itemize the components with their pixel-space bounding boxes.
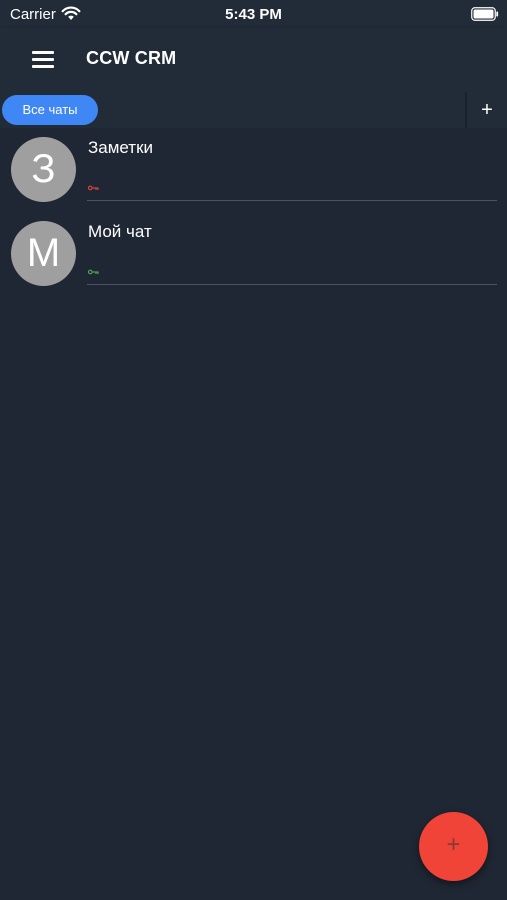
key-icon <box>88 185 99 191</box>
plus-icon: + <box>446 831 461 858</box>
status-time: 5:43 PM <box>225 6 282 23</box>
list-divider <box>87 284 497 285</box>
chat-name: Мой чат <box>88 222 152 241</box>
chat-list: З Заметки М Мой чат <box>0 128 507 296</box>
chat-name: Заметки <box>88 138 154 157</box>
tab-all-chats[interactable]: Все чаты <box>2 95 98 125</box>
chat-item-my-chat[interactable]: М Мой чат <box>0 212 507 296</box>
list-divider <box>87 200 497 201</box>
menu-icon[interactable] <box>23 45 63 75</box>
add-tab-button[interactable]: + <box>472 96 502 124</box>
chat-tabs-bar: Все чаты + <box>0 92 507 128</box>
chat-item-notes[interactable]: З Заметки <box>0 128 507 212</box>
app-title: CCW CRM <box>86 48 177 68</box>
key-icon <box>88 269 99 275</box>
status-bar: Carrier 5:43 PM <box>0 0 507 28</box>
avatar: З <box>11 137 76 202</box>
new-chat-fab-button[interactable]: + <box>419 812 488 881</box>
battery-icon <box>471 7 499 21</box>
app-bar: CCW CRM <box>0 28 507 92</box>
avatar: М <box>11 221 76 286</box>
tabs-divider <box>465 92 467 128</box>
